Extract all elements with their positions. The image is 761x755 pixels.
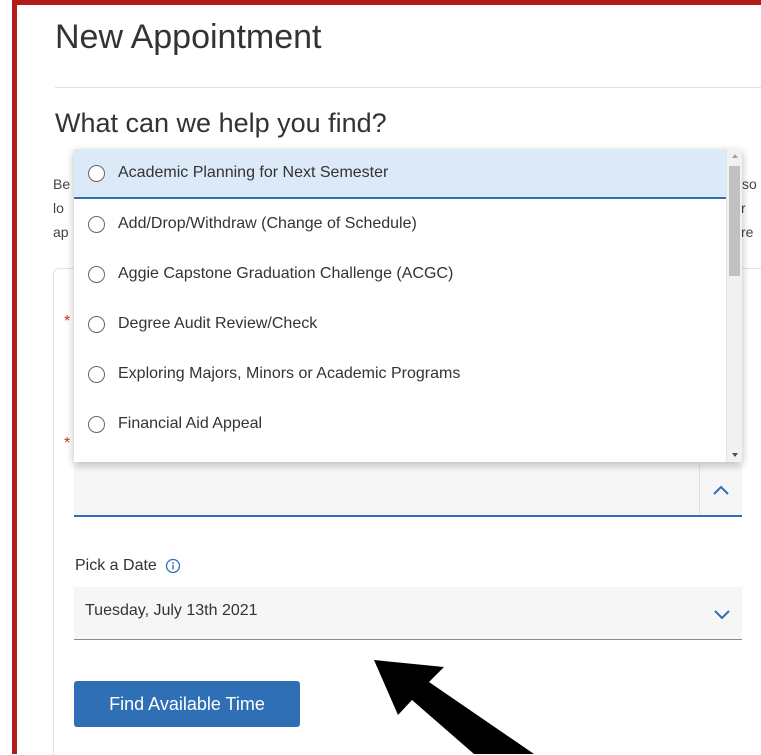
service-select[interactable] xyxy=(74,465,742,517)
radio-icon xyxy=(88,315,105,333)
option-label: Academic Planning for Next Semester xyxy=(118,164,389,181)
service-option-partial[interactable] xyxy=(74,449,726,462)
frame-border-left xyxy=(12,0,17,754)
intro-fragment: so xyxy=(742,176,757,192)
option-label: Aggie Capstone Graduation Challenge (ACG… xyxy=(118,265,454,282)
option-label: Degree Audit Review/Check xyxy=(118,315,318,332)
radio-icon xyxy=(88,365,105,383)
info-icon[interactable] xyxy=(165,558,181,574)
radio-icon xyxy=(88,215,105,233)
service-option[interactable]: Exploring Majors, Minors or Academic Pro… xyxy=(74,349,726,399)
radio-icon xyxy=(88,415,105,433)
date-label-row: Pick a Date xyxy=(75,557,181,575)
section-title: What can we help you find? xyxy=(55,108,387,138)
frame-border-top xyxy=(12,0,761,5)
option-list: Academic Planning for Next Semester Add/… xyxy=(74,149,726,462)
service-option[interactable]: Academic Planning for Next Semester xyxy=(74,149,726,199)
pointer-arrow-icon xyxy=(374,660,534,754)
page-title: New Appointment xyxy=(55,18,322,56)
intro-fragment: r re xyxy=(741,200,754,240)
date-select[interactable]: Tuesday, July 13th 2021 xyxy=(74,587,742,640)
scroll-up-button[interactable] xyxy=(727,149,742,163)
title-divider xyxy=(55,87,761,88)
intro-fragment: lo xyxy=(53,200,64,216)
service-option[interactable]: Aggie Capstone Graduation Challenge (ACG… xyxy=(74,249,726,299)
service-option[interactable]: Financial Aid Appeal xyxy=(74,399,726,449)
find-available-time-button[interactable]: Find Available Time xyxy=(74,681,300,727)
date-value: Tuesday, July 13th 2021 xyxy=(85,602,258,619)
dropdown-scrollbar[interactable] xyxy=(726,149,742,462)
option-label: Add/Drop/Withdraw (Change of Schedule) xyxy=(118,215,417,232)
option-label: Exploring Majors, Minors or Academic Pro… xyxy=(118,365,461,382)
chevron-down-icon xyxy=(714,610,730,620)
radio-icon xyxy=(88,265,105,283)
date-label: Pick a Date xyxy=(75,557,157,574)
option-label: Financial Aid Appeal xyxy=(118,415,263,432)
intro-fragment: ap xyxy=(53,224,69,240)
caret-down-icon xyxy=(731,453,738,457)
radio-icon xyxy=(88,164,105,182)
chevron-up-icon xyxy=(713,485,729,495)
service-option[interactable]: Add/Drop/Withdraw (Change of Schedule) xyxy=(74,199,726,249)
service-option[interactable]: Degree Audit Review/Check xyxy=(74,299,726,349)
caret-up-icon xyxy=(731,154,738,158)
required-marker: * xyxy=(64,435,71,452)
service-select-toggle[interactable] xyxy=(699,465,742,515)
scroll-thumb[interactable] xyxy=(729,166,740,276)
required-marker: * xyxy=(64,313,71,330)
service-dropdown-list[interactable]: Academic Planning for Next Semester Add/… xyxy=(74,149,742,462)
intro-fragment: Be xyxy=(53,176,71,192)
scroll-down-button[interactable] xyxy=(727,448,742,462)
